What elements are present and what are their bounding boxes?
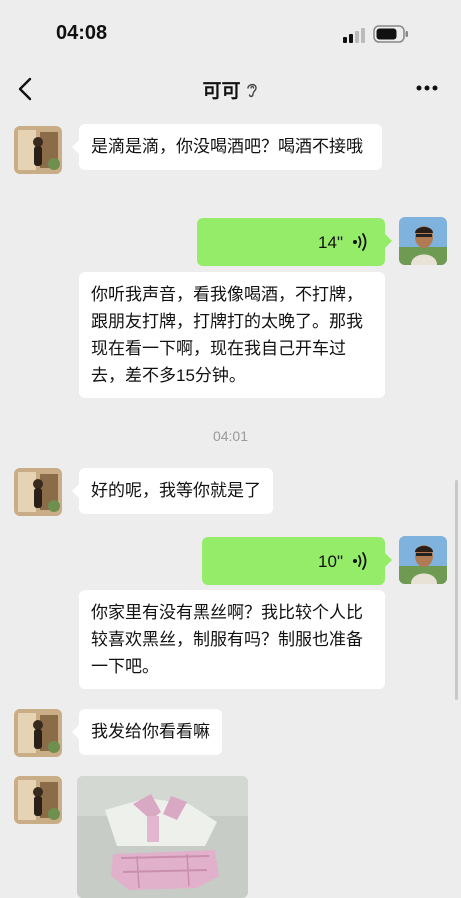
transcript-text: 你听我声音，看我像喝酒，不打牌，跟朋友打牌，打牌打的太晚了。那我现在看一下啊，现… [91, 285, 363, 385]
voice-duration: 10" [318, 552, 343, 571]
contact-avatar[interactable] [14, 776, 62, 824]
outgoing-voice-message[interactable]: 14" [197, 218, 392, 266]
incoming-message[interactable]: 我发给你看看嘛 [72, 709, 222, 755]
battery-icon [373, 25, 408, 43]
message-text: 是滴是滴，你没喝酒吧？喝酒不接哦 [91, 137, 363, 156]
message-text: 好的呢，我等你就是了 [91, 481, 261, 500]
voice-duration: 14" [318, 233, 343, 252]
ear-icon [246, 83, 257, 98]
message-timestamp: 04:01 [212, 428, 249, 444]
status-time: 04:08 [56, 22, 108, 44]
more-dots-icon[interactable] [412, 78, 442, 98]
message-text: 我发给你看看嘛 [91, 722, 210, 741]
transcript-text: 你家里有没有黑丝啊？我比较个人比较喜欢黑丝，制服有吗？制服也准备一下吧。 [91, 603, 363, 676]
voice-transcript[interactable]: 你家里有没有黑丝啊？我比较个人比较喜欢黑丝，制服有吗？制服也准备一下吧。 [79, 590, 385, 689]
voice-transcript[interactable]: 你听我声音，看我像喝酒，不打牌，跟朋友打牌，打牌打的太晚了。那我现在看一下啊，现… [79, 272, 385, 398]
contact-avatar[interactable] [14, 709, 62, 757]
cellular-signal-icon [343, 28, 365, 43]
voice-wave-icon [353, 233, 367, 251]
chat-header: 可可 [0, 64, 461, 112]
incoming-message[interactable]: 好的呢，我等你就是了 [72, 468, 273, 514]
outgoing-voice-message[interactable]: 10" [202, 537, 392, 585]
contact-name: 可可 [202, 81, 241, 102]
my-avatar[interactable] [399, 217, 447, 265]
incoming-message[interactable]: 是滴是滴，你没喝酒吧？喝酒不接哦 [72, 124, 382, 170]
status-bar: 04:08 [0, 0, 461, 64]
scrollbar[interactable] [455, 480, 458, 700]
chat-title: 可可 [0, 76, 461, 103]
contact-avatar[interactable] [14, 468, 62, 516]
contact-avatar[interactable] [14, 126, 62, 174]
voice-wave-icon [353, 552, 367, 570]
image-message[interactable] [77, 776, 248, 898]
my-avatar[interactable] [399, 536, 447, 584]
